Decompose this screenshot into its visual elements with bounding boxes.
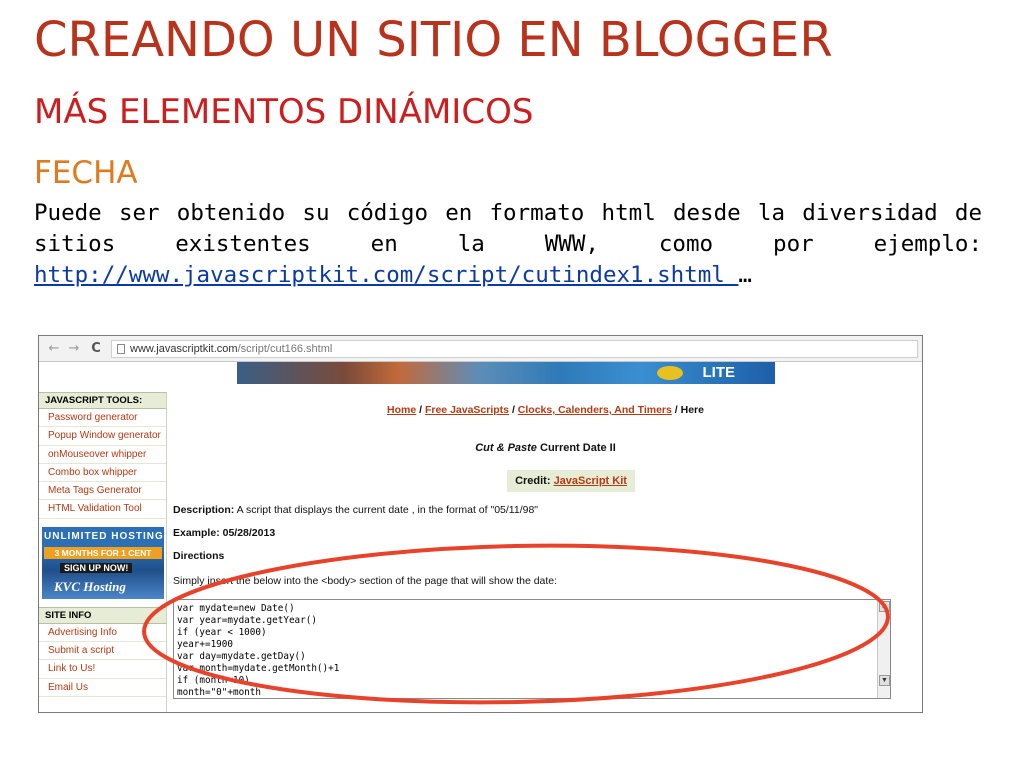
breadcrumb-clocks[interactable]: Clocks, Calenders, And Timers xyxy=(518,404,672,416)
site-sidebar: JAVASCRIPT TOOLS: Password generator Popu… xyxy=(39,392,167,712)
scroll-down-icon[interactable]: ▼ xyxy=(879,675,890,686)
sidebar-tools-list: Password generator Popup Window generator… xyxy=(39,409,166,519)
reload-icon[interactable]: C xyxy=(87,340,105,358)
code-line: var year=mydate.getYear() xyxy=(177,615,317,626)
paragraph-word: sitios xyxy=(34,231,116,257)
address-bar[interactable]: www.javascriptkit.com/script/cut166.shtm… xyxy=(111,340,918,358)
paragraph-line-3: http://www.javascriptkit.com/script/cuti… xyxy=(34,260,982,291)
code-line: if (month<10) xyxy=(177,675,250,686)
code-scrollbar[interactable]: ▲ ▼ xyxy=(877,600,890,698)
directions-text: Simply insert the below into the <body> … xyxy=(173,575,558,587)
sidebar-tool-link[interactable]: HTML Validation Tool xyxy=(39,500,166,519)
credit-link[interactable]: JavaScript Kit xyxy=(554,475,627,487)
page-content: Home / Free JavaScripts / Clocks, Calend… xyxy=(169,392,922,712)
url-path: /script/cut166.shtml xyxy=(237,343,333,355)
sidebar-info-heading: SITE INFO xyxy=(39,606,166,624)
sidebar-tool-link[interactable]: Popup Window generator xyxy=(39,427,166,446)
ellipsis: … xyxy=(738,262,752,288)
banner-label: LITE xyxy=(702,364,736,381)
paragraph-line-1: Puede ser obtenido su código en formato … xyxy=(34,200,982,226)
sidebar-tool-link[interactable]: onMouseover whipper xyxy=(39,446,166,464)
breadcrumb-separator: / xyxy=(509,404,518,416)
breadcrumb-home[interactable]: Home xyxy=(387,404,416,416)
ad-brand: KVC Hosting xyxy=(54,578,126,594)
site-banner[interactable]: LITE xyxy=(237,362,775,384)
sidebar-tool-link[interactable]: Password generator xyxy=(39,409,166,428)
code-line: month="0"+month xyxy=(177,687,261,698)
paragraph-word: la xyxy=(457,231,485,257)
page-icon xyxy=(117,344,125,354)
paragraph-line-2: sitios existentes en la WWW, como por ejemplo: xyxy=(34,229,982,260)
url-host: www.javascriptkit.com xyxy=(130,343,238,355)
javascriptkit-link[interactable]: http://www.javascriptkit.com/script/cuti… xyxy=(34,262,738,288)
browser-screenshot: ← → C www.javascriptkit.com/script/cut16… xyxy=(38,335,923,713)
ad-offer: 3 MONTHS FOR 1 CENT xyxy=(44,546,162,559)
description: Description: A script that displays the … xyxy=(173,504,538,516)
back-arrow-icon[interactable]: ← xyxy=(45,340,63,358)
description-text: A script that displays the current date … xyxy=(234,504,539,516)
breadcrumb-separator: / xyxy=(671,404,681,416)
sidebar-info-link[interactable]: Submit a script xyxy=(39,642,166,661)
slide-title: CREANDO UN SITIO EN BLOGGER xyxy=(34,12,833,68)
code-line: var mydate=new Date() xyxy=(177,603,295,614)
paragraph-word: por xyxy=(773,231,814,257)
slide-subtitle: MÁS ELEMENTOS DINÁMICOS xyxy=(34,92,534,132)
code-textarea[interactable]: var mydate=new Date() var year=mydate.get… xyxy=(173,599,891,699)
heading-italic: Cut & Paste xyxy=(475,442,537,454)
browser-toolbar: ← → C www.javascriptkit.com/script/cut16… xyxy=(39,336,922,362)
paragraph-word: ejemplo: xyxy=(873,231,982,257)
fish-graphic xyxy=(657,366,683,380)
credit-label: Credit: xyxy=(515,475,554,487)
sidebar-info-list: Advertising Info Submit a script Link to U… xyxy=(39,624,166,697)
ad-cta: SIGN UP NOW! xyxy=(60,562,133,573)
sidebar-tool-link[interactable]: Combo box whipper xyxy=(39,464,166,483)
directions-heading: Directions xyxy=(173,550,225,562)
heading-rest: Current Date II xyxy=(536,442,616,454)
ad-headline: UNLIMITED HOSTING xyxy=(44,530,164,542)
sidebar-info-link[interactable]: Advertising Info xyxy=(39,624,166,643)
scroll-up-icon[interactable]: ▲ xyxy=(879,601,890,612)
breadcrumb-separator: / xyxy=(416,404,425,416)
sidebar-info-link[interactable]: Email Us xyxy=(39,679,166,697)
code-line: var day=mydate.getDay() xyxy=(177,651,306,662)
sidebar-tool-link[interactable]: Meta Tags Generator xyxy=(39,482,166,501)
code-line: var month=mydate.getMonth()+1 xyxy=(177,663,340,674)
paragraph-word: en xyxy=(370,231,398,257)
breadcrumb-here: Here xyxy=(680,404,704,416)
breadcrumb-free-javascripts[interactable]: Free JavaScripts xyxy=(425,404,509,416)
script-heading: Cut & Paste Current Date II xyxy=(169,442,922,454)
forward-arrow-icon[interactable]: → xyxy=(65,340,83,358)
paragraph-word: WWW, xyxy=(544,231,599,257)
sidebar-info-link[interactable]: Link to Us! xyxy=(39,660,166,679)
code-line: year+=1900 xyxy=(177,639,233,650)
code-line: if (year < 1000) xyxy=(177,627,267,638)
credit-box: Credit: JavaScript Kit xyxy=(507,470,635,492)
description-label: Description: xyxy=(173,504,235,516)
code-lines: var mydate=new Date() var year=mydate.get… xyxy=(174,600,890,698)
paragraph-word: como xyxy=(658,231,714,257)
sidebar-tools-heading: JAVASCRIPT TOOLS: xyxy=(39,392,166,409)
breadcrumb: Home / Free JavaScripts / Clocks, Calend… xyxy=(169,404,922,416)
example-date: Example: 05/28/2013 xyxy=(173,527,276,539)
body-paragraph: Puede ser obtenido su código en formato … xyxy=(34,198,982,291)
hosting-ad[interactable]: UNLIMITED HOSTING 3 MONTHS FOR 1 CENT SI… xyxy=(42,526,164,599)
section-heading: FECHA xyxy=(34,155,138,191)
paragraph-word: existentes xyxy=(175,231,311,257)
